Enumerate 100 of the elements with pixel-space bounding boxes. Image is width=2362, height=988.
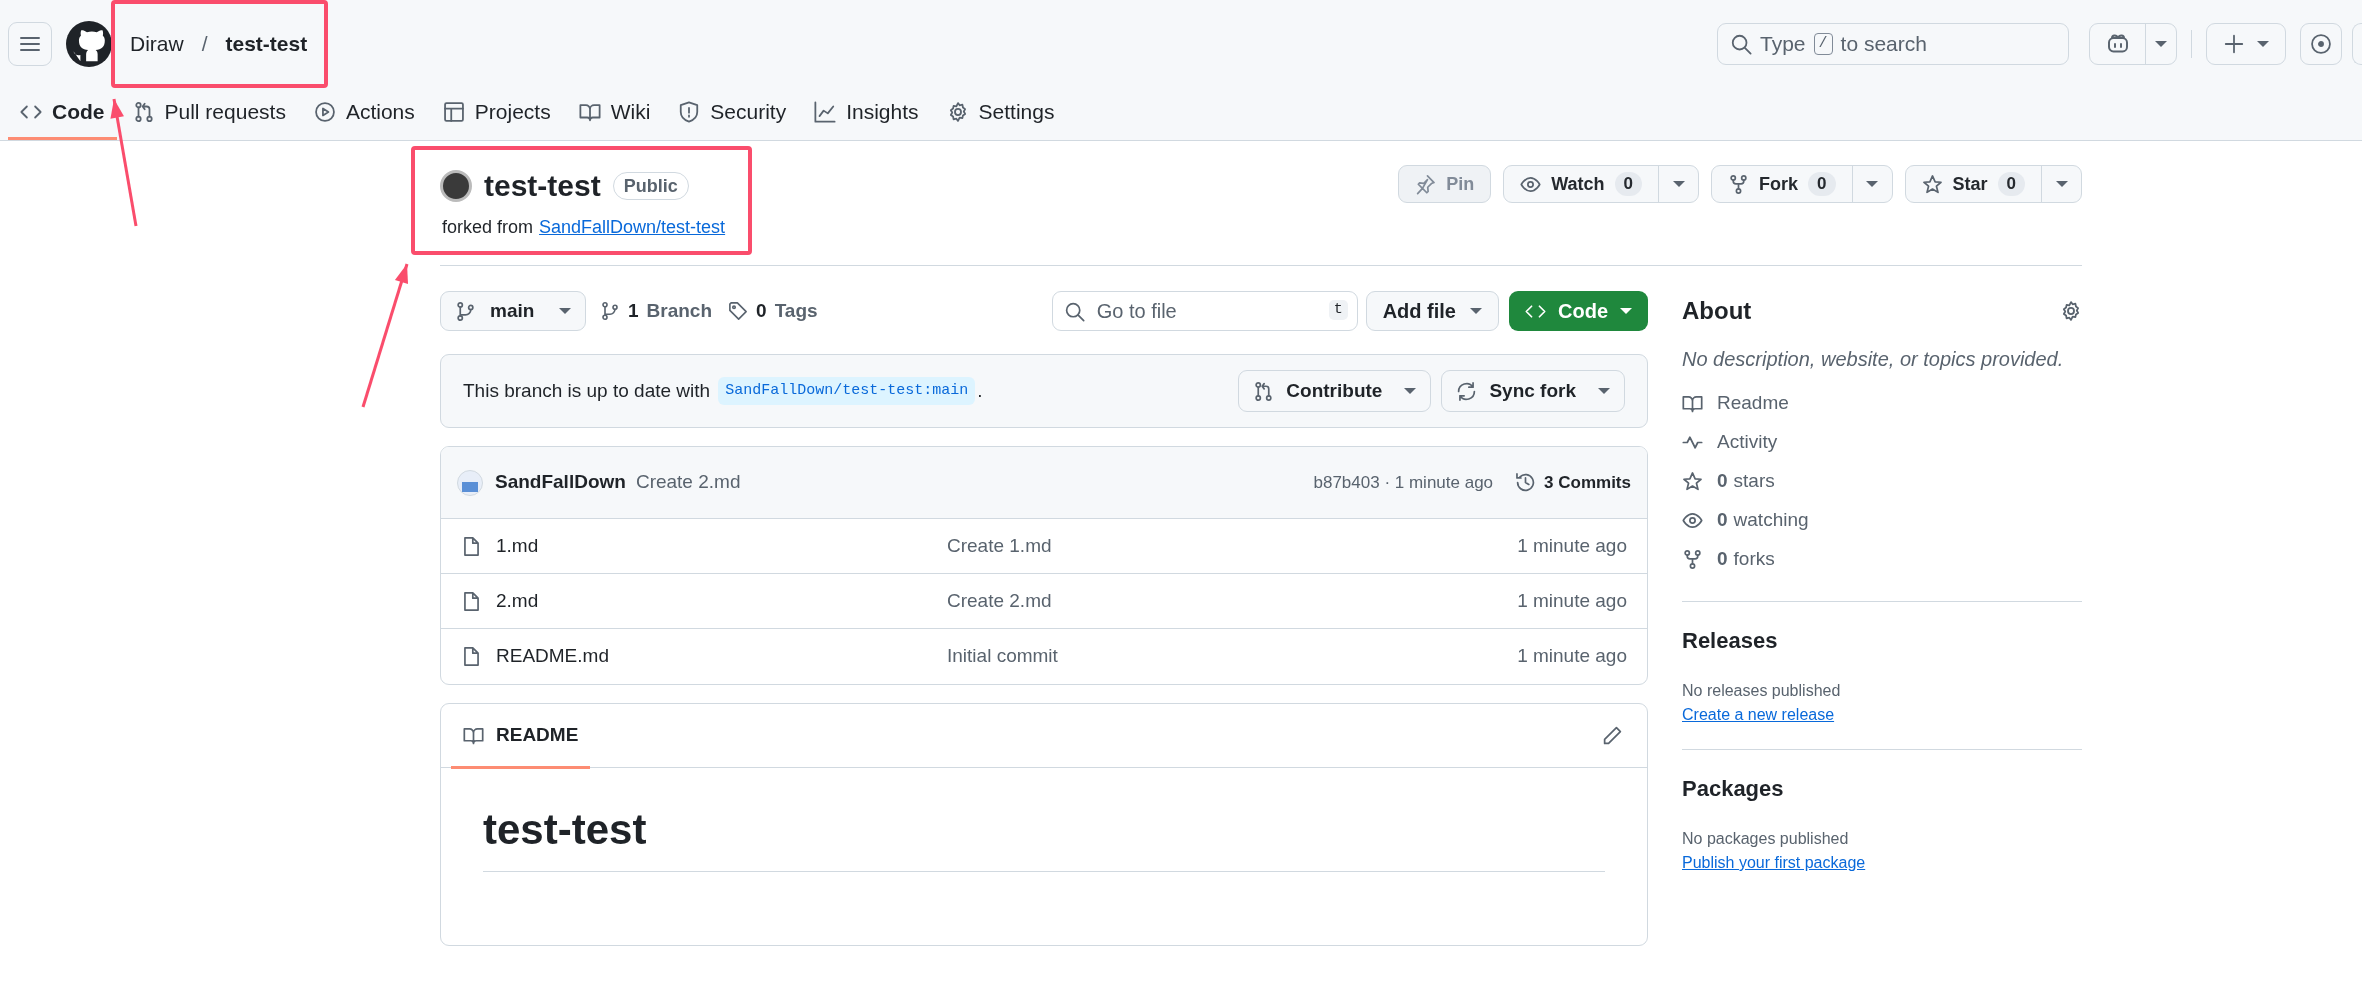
nav-tab[interactable]: Pull requests — [120, 87, 298, 140]
about-link[interactable]: 0 forks — [1682, 540, 2082, 579]
section-heading: Packages — [1682, 775, 1785, 803]
commit-message[interactable]: Initial commit — [947, 642, 1058, 671]
file-icon — [461, 590, 482, 612]
commit-message[interactable]: Create 1.md — [947, 531, 1052, 561]
tags-link[interactable]: 0 Tags — [728, 296, 818, 326]
avatar-icon — [440, 169, 472, 202]
commit-time: 1 minute ago — [1517, 533, 1627, 558]
tag-label: Tags — [774, 298, 818, 323]
repo-action-button: Pin — [1398, 165, 1492, 203]
banner-text: This branch is up to date with — [463, 378, 711, 403]
star-icon — [1682, 471, 1703, 492]
edit-icon — [1602, 725, 1623, 746]
caret-icon — [2155, 40, 2167, 47]
fork-icon — [1682, 549, 1703, 570]
caret-icon — [1672, 181, 1685, 187]
search-button[interactable]: Type / to search — [1717, 22, 2069, 65]
section-link[interactable]: Create a new release — [1682, 703, 1835, 727]
owner-link[interactable]: Diraw — [130, 27, 184, 60]
branch-count: 1 — [628, 298, 639, 323]
empty-text: No packages published — [1682, 829, 1850, 849]
plus-icon — [2223, 32, 2245, 55]
caret-icon — [559, 308, 571, 314]
add-file-button[interactable]: Add file — [1365, 291, 1499, 331]
history-icon — [1515, 472, 1537, 493]
readme-heading: test-test — [483, 798, 1605, 872]
repo-description: No description, website, or topics provided. — [1682, 347, 2065, 372]
empty-text: No releases published — [1682, 681, 1842, 701]
pin-icon — [1415, 173, 1437, 195]
play-icon — [313, 101, 336, 123]
branch-selector[interactable]: main — [440, 291, 586, 331]
shortcut-key: / — [1813, 32, 1833, 55]
tag-count: 0 — [756, 298, 767, 323]
search-icon — [1730, 32, 1752, 55]
banner-button[interactable]: Sync fork — [1441, 370, 1625, 412]
repo-name[interactable]: test-test — [484, 163, 601, 208]
banner-text: . — [977, 378, 983, 403]
commit-hash-time[interactable]: b87b403 · 1 minute ago — [1313, 469, 1494, 496]
nav-tab[interactable]: Security — [666, 87, 799, 140]
caret-icon — [2257, 40, 2269, 47]
code-button[interactable]: Code — [1509, 291, 1648, 331]
search-icon — [1063, 301, 1085, 322]
caret-icon — [1866, 181, 1878, 187]
repo-link[interactable]: test-test — [225, 27, 308, 60]
cat-logo-icon[interactable] — [66, 20, 112, 67]
eye-icon — [1682, 510, 1703, 531]
book-icon — [1682, 393, 1703, 414]
create-new-button[interactable] — [2206, 22, 2286, 65]
about-link[interactable]: 0 watching — [1682, 501, 2082, 540]
readme-tab[interactable]: README — [451, 705, 591, 769]
section-link[interactable]: Publish your first package — [1682, 851, 1866, 875]
file-name[interactable]: 1.md — [496, 531, 539, 561]
issues-button[interactable] — [2300, 22, 2342, 65]
avatar-icon — [457, 469, 483, 496]
nav-tab[interactable]: Actions — [301, 87, 427, 140]
graph-icon — [814, 101, 837, 123]
commit-message[interactable]: Create 2.md — [947, 586, 1052, 616]
search-text: Type — [1760, 30, 1806, 57]
copilot-button[interactable] — [2089, 22, 2177, 65]
commit-time: 1 minute ago — [1517, 588, 1627, 613]
breadcrumb-separator: / — [201, 30, 208, 57]
branches-link[interactable]: 1 Branch — [600, 296, 713, 326]
pull-request-icon — [132, 101, 155, 123]
fork-icon — [1728, 173, 1750, 195]
file-name[interactable]: 2.md — [496, 586, 539, 616]
file-name[interactable]: README.md — [496, 642, 609, 671]
caret-icon — [1404, 388, 1417, 394]
menu-button[interactable] — [8, 21, 52, 66]
settings-icon — [2060, 300, 2082, 322]
commits-link[interactable]: 3 Commits — [1515, 469, 1631, 496]
nav-tab[interactable]: Settings — [934, 87, 1067, 140]
file-icon — [461, 535, 482, 557]
branch-label: Branch — [646, 298, 713, 323]
banner-button[interactable]: Contribute — [1238, 370, 1432, 412]
search-text: to search — [1840, 30, 1927, 57]
repo-action-button[interactable]: Fork 0 — [1711, 165, 1893, 203]
commit-author[interactable]: SandFallDown — [495, 468, 626, 497]
shield-icon — [678, 101, 701, 123]
nav-tab[interactable]: Wiki — [566, 87, 663, 140]
pull-request-icon — [1253, 380, 1275, 402]
caret-icon — [1620, 308, 1632, 314]
about-link[interactable]: 0 stars — [1682, 462, 2082, 501]
branch-icon — [455, 300, 476, 322]
forked-from-text: forked from — [442, 216, 534, 239]
about-link[interactable]: Readme — [1682, 384, 2082, 423]
nav-tab[interactable]: Projects — [430, 87, 563, 140]
file-icon — [461, 646, 482, 667]
repo-action-button[interactable]: Star 0 — [1904, 165, 2082, 203]
star-icon — [1921, 173, 1943, 195]
book-icon — [463, 725, 484, 746]
nav-tab[interactable]: Insights — [802, 87, 931, 140]
counter: 0 — [1997, 172, 2025, 196]
caret-icon — [2055, 181, 2068, 187]
forked-from-link[interactable]: SandFallDown/test-test — [539, 214, 726, 241]
about-link[interactable]: Activity — [1682, 423, 2082, 462]
caret-icon — [1470, 308, 1482, 314]
commit-message[interactable]: Create 2.md — [635, 468, 741, 497]
repo-action-button[interactable]: Watch 0 — [1503, 165, 1700, 203]
commit-time: 1 minute ago — [1517, 644, 1627, 669]
